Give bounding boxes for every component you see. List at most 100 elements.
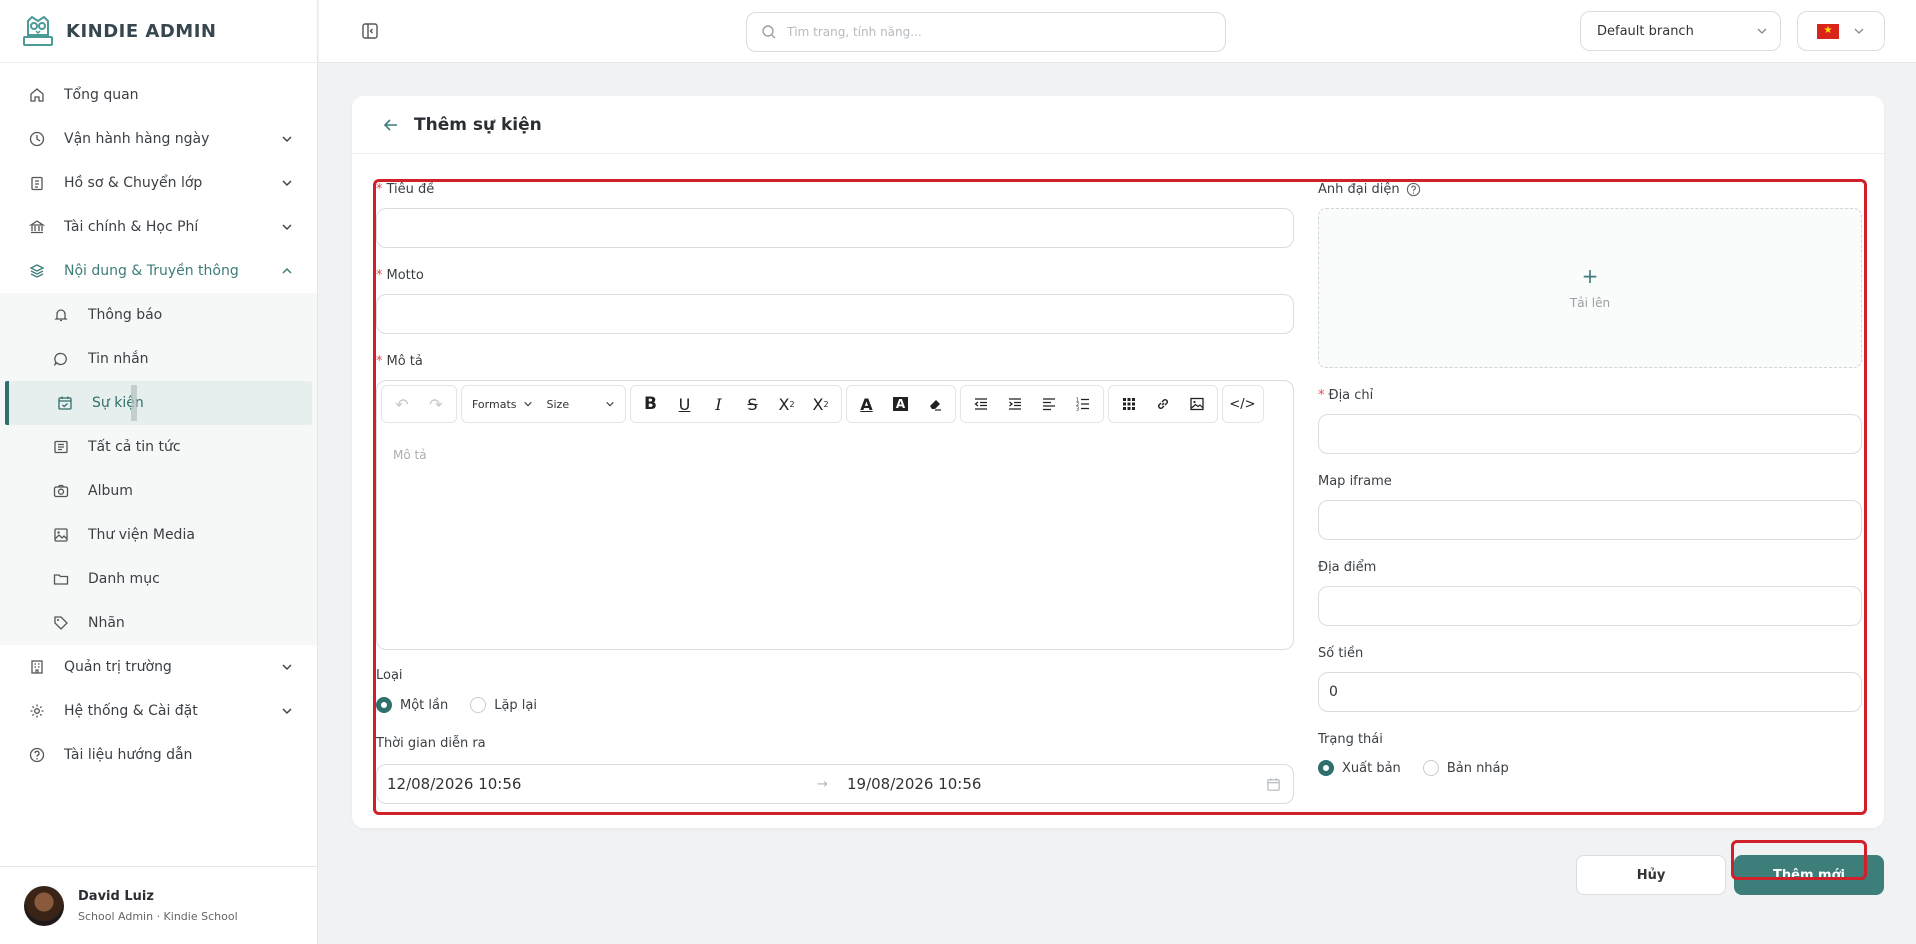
- chevron-down-icon: [1854, 28, 1864, 34]
- radio-unselected[interactable]: [470, 697, 487, 713]
- sidebar-item-tin-nhan[interactable]: Tin nhắn: [0, 337, 317, 381]
- outdent-icon[interactable]: [965, 388, 997, 420]
- vietnam-flag-icon: ★: [1817, 23, 1839, 39]
- underline-icon[interactable]: U: [669, 388, 701, 420]
- table-icon[interactable]: [1113, 388, 1145, 420]
- brand[interactable]: KINDIE ADMIN: [0, 0, 317, 63]
- strikethrough-icon[interactable]: S: [737, 388, 769, 420]
- radio-selected[interactable]: [376, 697, 392, 713]
- text-color-icon[interactable]: A: [851, 388, 883, 420]
- ordered-list-icon[interactable]: 123: [1067, 388, 1099, 420]
- italic-icon[interactable]: I: [703, 388, 735, 420]
- description-editor[interactable]: ↶ ↷ Formats Size B U I S X2 X2 A A 123 <…: [376, 380, 1294, 650]
- address-input[interactable]: [1318, 414, 1862, 454]
- sidebar-item-danh-muc[interactable]: Danh mục: [0, 557, 317, 601]
- insert-image-icon[interactable]: [1181, 388, 1213, 420]
- sidebar-item-label: Thông báo: [88, 307, 163, 323]
- chevron-down-icon: [523, 401, 532, 407]
- sidebar-item-thong-bao[interactable]: Thông báo: [0, 293, 317, 337]
- cancel-button[interactable]: Hủy: [1576, 855, 1726, 895]
- type-label: Loại: [376, 668, 403, 683]
- undo-icon[interactable]: ↶: [386, 388, 418, 420]
- sidebar-item-van-hanh[interactable]: Vận hành hàng ngày: [0, 117, 317, 161]
- title-input[interactable]: [376, 208, 1294, 248]
- type-option-once[interactable]: Một lần: [376, 697, 448, 713]
- highlight-color-icon[interactable]: A: [885, 388, 917, 420]
- indent-icon[interactable]: [999, 388, 1031, 420]
- amount-input[interactable]: [1318, 672, 1862, 712]
- sidebar-item-label: Nội dung & Truyền thông: [64, 263, 239, 279]
- card-header: Thêm sự kiện: [352, 96, 1884, 154]
- tag-icon: [52, 614, 70, 632]
- motto-input[interactable]: [376, 294, 1294, 334]
- upload-text: Tải lên: [1569, 296, 1611, 310]
- bell-icon: [52, 306, 70, 324]
- sidebar-submenu: Thông báo Tin nhắn Sự kiện Tất cả tin tứ…: [0, 293, 317, 645]
- sidebar-toggle-icon[interactable]: [361, 22, 379, 40]
- user-profile[interactable]: David Luiz School Admin · Kindie School: [0, 866, 317, 944]
- status-option-publish[interactable]: Xuất bản: [1318, 760, 1401, 776]
- type-radio-group: Một lần Lặp lại: [376, 697, 559, 713]
- clock-icon: [28, 130, 46, 148]
- sidebar-item-tat-ca-tin-tuc[interactable]: Tất cả tin tức: [0, 425, 317, 469]
- location-label: Địa điểm: [1318, 560, 1377, 575]
- sidebar: KINDIE ADMIN Tổng quan Vận hành hàng ngà…: [0, 0, 318, 944]
- align-left-icon[interactable]: [1033, 388, 1065, 420]
- branch-value: Default branch: [1597, 23, 1694, 39]
- motto-label: * Motto: [376, 268, 424, 283]
- home-icon: [28, 86, 46, 104]
- back-arrow-icon[interactable]: [382, 116, 400, 134]
- sidebar-item-su-kien[interactable]: Sự kiện: [5, 381, 312, 425]
- calendar-icon[interactable]: [1253, 777, 1293, 792]
- map-iframe-input[interactable]: [1318, 500, 1862, 540]
- link-icon[interactable]: [1147, 388, 1179, 420]
- superscript-icon[interactable]: X2: [805, 388, 837, 420]
- date-range-picker[interactable]: 12/08/2026 10:56 → 19/08/2026 10:56: [376, 764, 1294, 804]
- language-select[interactable]: ★: [1797, 11, 1885, 51]
- search-box[interactable]: [746, 12, 1226, 52]
- sidebar-item-noi-dung[interactable]: Nội dung & Truyền thông: [0, 249, 317, 293]
- search-input[interactable]: [787, 25, 1207, 39]
- size-dropdown[interactable]: Size: [541, 388, 621, 420]
- status-option-draft[interactable]: Bản nháp: [1422, 760, 1509, 776]
- branch-select[interactable]: Default branch: [1580, 11, 1781, 51]
- formats-dropdown[interactable]: Formats: [466, 388, 539, 420]
- sidebar-item-tai-chinh[interactable]: Tài chính & Học Phí: [0, 205, 317, 249]
- status-label: Trạng thái: [1318, 732, 1383, 747]
- location-input[interactable]: [1318, 586, 1862, 626]
- required-marker: *: [376, 182, 383, 197]
- topbar: Default branch ★: [319, 0, 1916, 63]
- submit-button[interactable]: Thêm mới: [1734, 855, 1884, 895]
- radio-unselected[interactable]: [1422, 760, 1439, 776]
- amount-label: Số tiền: [1318, 646, 1364, 661]
- source-code-icon[interactable]: </>: [1227, 388, 1259, 420]
- description-placeholder: Mô tả: [393, 448, 427, 462]
- status-radio-group: Xuất bản Bản nháp: [1318, 760, 1531, 776]
- subscript-icon[interactable]: X2: [771, 388, 803, 420]
- start-time-value[interactable]: 12/08/2026 10:56: [377, 775, 817, 793]
- sidebar-item-label: Album: [88, 483, 133, 499]
- image-upload[interactable]: + Tải lên: [1318, 208, 1862, 368]
- eraser-icon[interactable]: [919, 388, 951, 420]
- toolbar-group-code: </>: [1221, 385, 1264, 423]
- type-option-repeat[interactable]: Lặp lại: [470, 697, 537, 713]
- redo-icon[interactable]: ↷: [420, 388, 452, 420]
- clipboard-icon: [28, 174, 46, 192]
- sidebar-item-nhan[interactable]: Nhãn: [0, 601, 317, 645]
- sidebar-item-quan-tri-truong[interactable]: Quản trị trường: [0, 645, 317, 689]
- sidebar-item-thu-vien-media[interactable]: Thư viện Media: [0, 513, 317, 557]
- sidebar-item-tong-quan[interactable]: Tổng quan: [0, 73, 317, 117]
- bold-icon[interactable]: B: [635, 388, 667, 420]
- bank-icon: [28, 218, 46, 236]
- sidebar-item-he-thong[interactable]: Hệ thống & Cài đặt: [0, 689, 317, 733]
- avatar: [24, 885, 64, 926]
- building-icon: [28, 658, 46, 676]
- sidebar-item-label: Tài chính & Học Phí: [64, 219, 199, 235]
- help-circle-icon[interactable]: [1406, 182, 1421, 197]
- sidebar-item-album[interactable]: Album: [0, 469, 317, 513]
- end-time-value[interactable]: 19/08/2026 10:56: [847, 775, 1253, 793]
- chevron-down-icon: [282, 224, 292, 231]
- sidebar-item-ho-so[interactable]: Hồ sơ & Chuyển lớp: [0, 161, 317, 205]
- sidebar-item-tai-lieu[interactable]: Tài liệu hướng dẫn: [0, 733, 317, 777]
- radio-selected[interactable]: [1318, 760, 1334, 776]
